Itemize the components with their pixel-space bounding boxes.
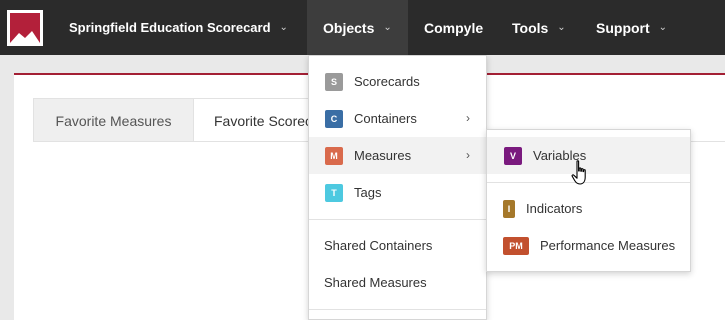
nav-tools-label: Tools	[512, 19, 549, 36]
chevron-down-icon: ⌄	[658, 22, 668, 33]
nav-support-label: Support	[596, 19, 650, 36]
nav-organization-label: Springfield Education Scorecard	[69, 20, 271, 35]
chevron-down-icon: ⌄	[557, 22, 566, 33]
app-logo[interactable]	[7, 10, 43, 46]
chevron-right-icon: ›	[466, 111, 470, 125]
container-badge-icon: C	[325, 109, 343, 128]
menu-item-label: Indicators	[526, 201, 583, 216]
performance-measure-badge-icon: PM	[503, 236, 529, 255]
menu-item-measures[interactable]: M Measures ›	[309, 137, 486, 174]
top-navbar: Springfield Education Scorecard ⌄ Object…	[0, 0, 725, 55]
menu-item-performance-measures[interactable]: PM Performance Measures	[487, 227, 690, 264]
objects-dropdown-menu: S Scorecards C Containers › M Measures ›…	[308, 55, 487, 320]
nav-tools-dropdown[interactable]: Tools ⌄	[512, 0, 566, 55]
indicator-badge-icon: I	[503, 199, 515, 218]
menu-item-label: Containers	[354, 111, 417, 126]
menu-item-label: Shared Measures	[324, 275, 427, 290]
nav-organization-dropdown[interactable]: Springfield Education Scorecard ⌄	[55, 0, 302, 55]
tab-favorite-measures[interactable]: Favorite Measures	[33, 98, 194, 142]
nav-objects-label: Objects	[323, 19, 375, 36]
nav-support-dropdown[interactable]: Support ⌄	[596, 0, 667, 55]
menu-item-label: Measures	[354, 148, 412, 163]
hand-pointer-cursor-icon	[571, 160, 586, 185]
menu-item-shared-containers[interactable]: Shared Containers	[309, 227, 486, 264]
chevron-down-icon: ⌄	[383, 22, 392, 33]
menu-item-containers[interactable]: C Containers ›	[309, 100, 486, 137]
chevron-down-icon: ⌄	[279, 22, 288, 33]
menu-item-scorecards[interactable]: S Scorecards	[309, 63, 486, 100]
menu-item-label: Shared Containers	[324, 238, 433, 253]
menu-item-indicators[interactable]: I Indicators	[487, 190, 690, 227]
measure-badge-icon: M	[325, 146, 343, 165]
tag-badge-icon: T	[325, 183, 343, 202]
menu-item-shared-measures[interactable]: Shared Measures	[309, 264, 486, 301]
menu-item-label: Performance Measures	[540, 238, 676, 253]
variable-badge-icon: V	[504, 146, 522, 165]
scorecard-badge-icon: S	[325, 72, 343, 91]
mountain-logo-icon	[10, 13, 40, 43]
menu-item-tags[interactable]: T Tags	[309, 174, 486, 211]
menu-divider	[309, 219, 486, 220]
nav-compyle-label: Compyle	[424, 19, 484, 36]
nav-objects-dropdown[interactable]: Objects ⌄	[307, 0, 408, 55]
menu-item-label: Tags	[354, 185, 382, 200]
chevron-right-icon: ›	[466, 148, 470, 162]
menu-divider	[309, 309, 486, 310]
measures-submenu: V Variables I Indicators PM Performance …	[486, 129, 691, 272]
nav-compyle-link[interactable]: Compyle	[424, 0, 483, 55]
menu-item-label: Scorecards	[354, 74, 420, 89]
